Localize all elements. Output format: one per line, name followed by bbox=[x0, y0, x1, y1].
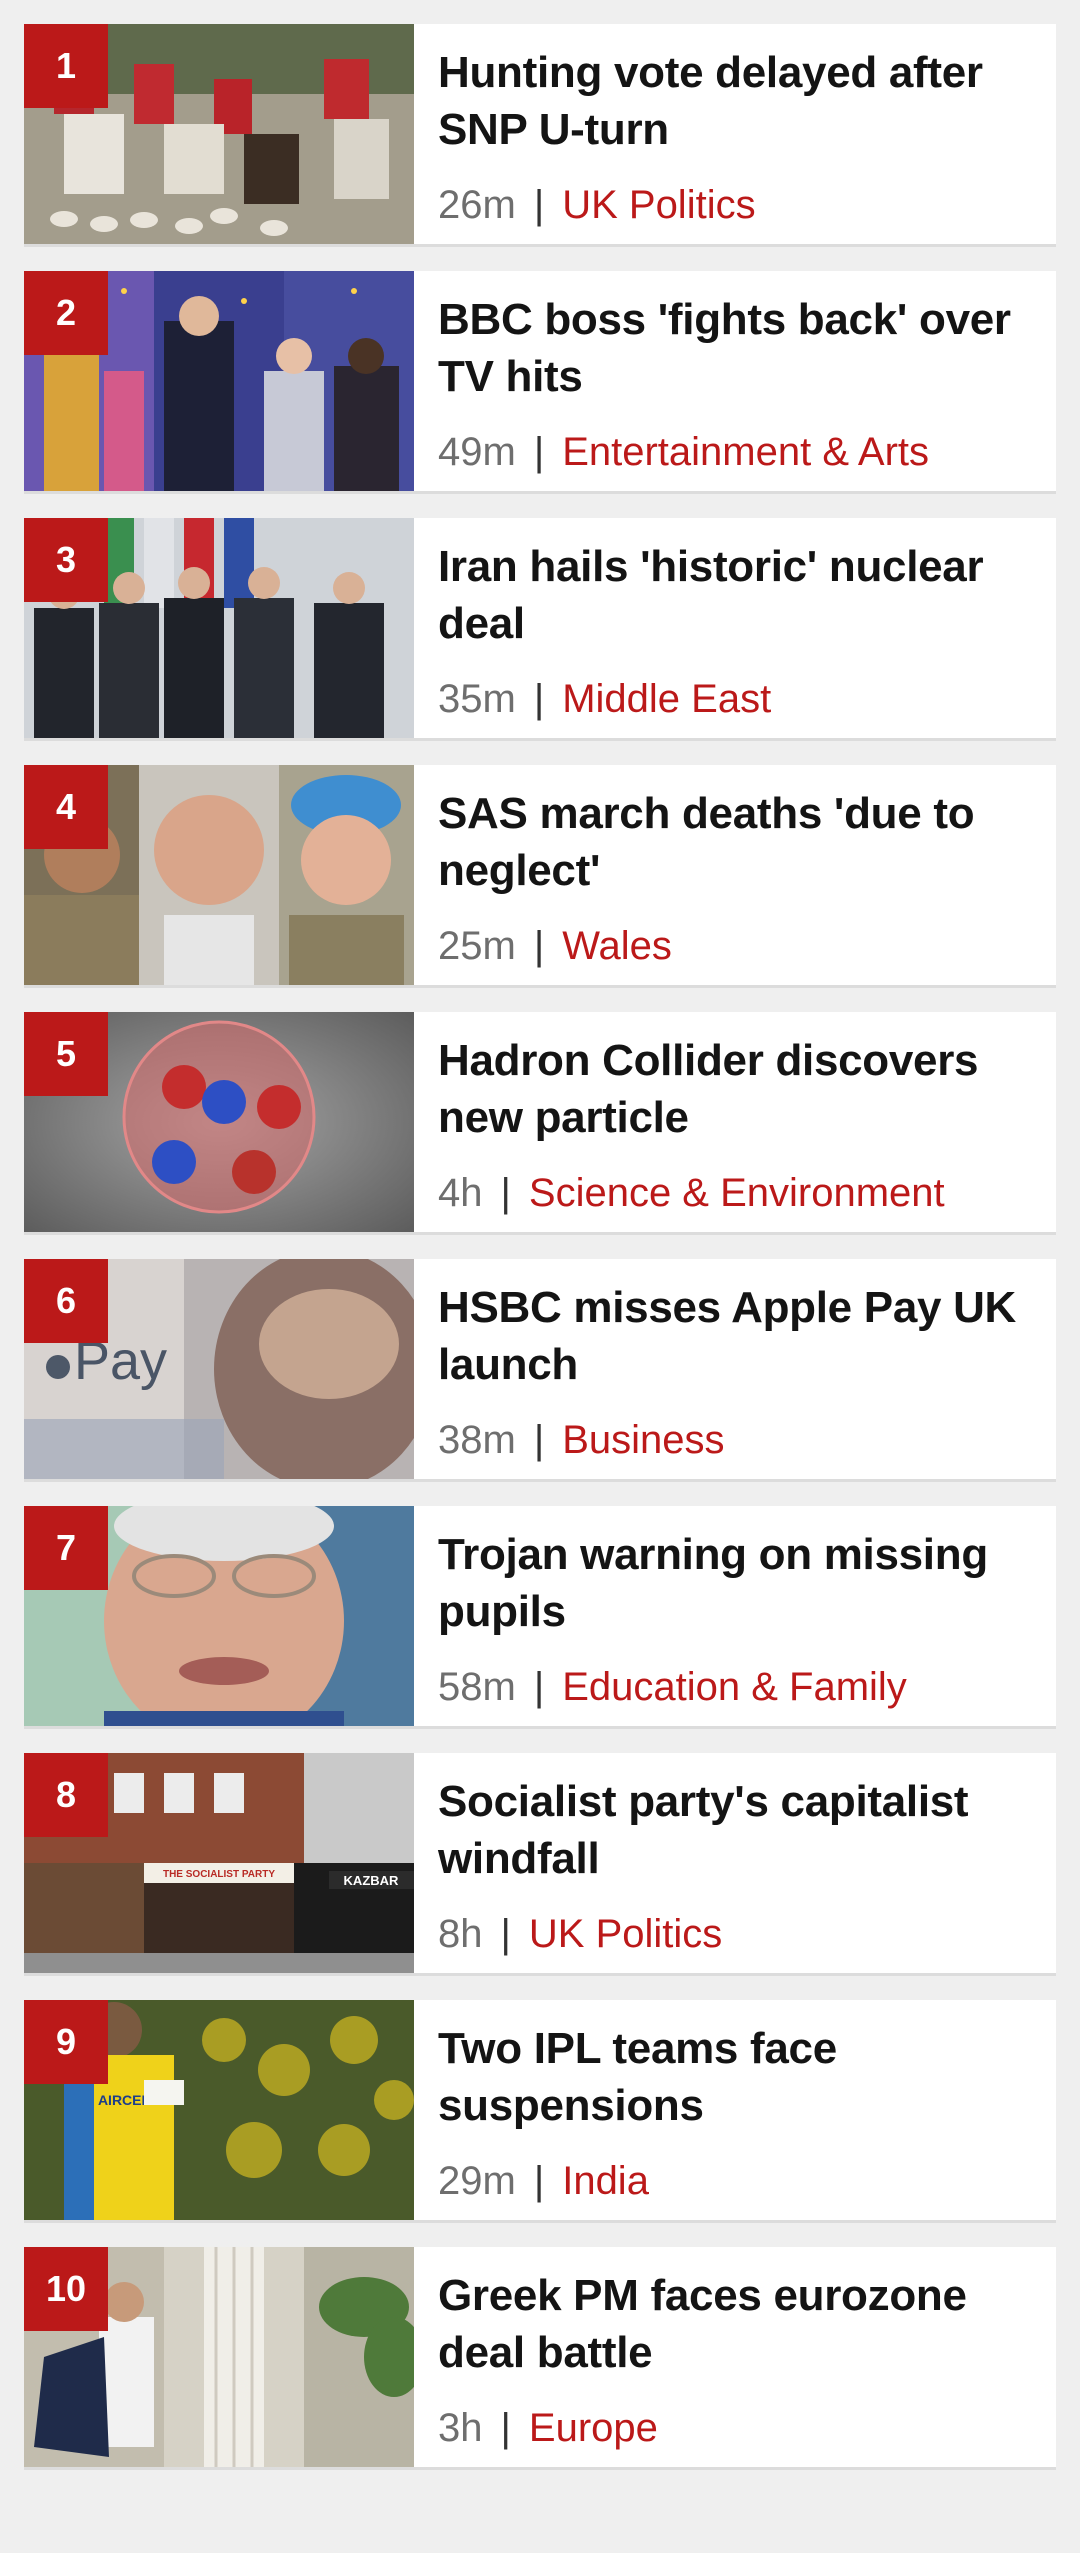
jersey-text: AIRCEL bbox=[98, 2092, 151, 2108]
story-meta: 4h | Science & Environment bbox=[438, 1168, 1032, 1218]
rank-badge: 4 bbox=[24, 765, 108, 849]
story-meta: 58m | Education & Family bbox=[438, 1662, 1032, 1712]
story-age: 38m bbox=[438, 1418, 516, 1462]
story-thumbnail[interactable]: 3 bbox=[24, 518, 414, 738]
story-age: 49m bbox=[438, 430, 516, 474]
story-age: 4h bbox=[438, 1171, 483, 1215]
meta-separator: | bbox=[533, 677, 545, 721]
story-meta: 35m | Middle East bbox=[438, 674, 1032, 724]
meta-separator: | bbox=[533, 430, 545, 474]
story-card[interactable]: Pay 6 HSBC misses Apple Pay UK launch 38… bbox=[24, 1259, 1056, 1479]
rank-badge: 9 bbox=[24, 2000, 108, 2084]
rank-badge: 6 bbox=[24, 1259, 108, 1343]
shop-sign-text: THE SOCIALIST PARTY bbox=[163, 1869, 275, 1880]
story-meta: 49m | Entertainment & Arts bbox=[438, 427, 1032, 477]
story-card[interactable]: 3 Iran hails 'historic' nuclear deal 35m… bbox=[24, 518, 1056, 738]
meta-separator: | bbox=[533, 1418, 545, 1462]
story-text: Iran hails 'historic' nuclear deal 35m | M… bbox=[414, 518, 1056, 738]
rank-badge: 7 bbox=[24, 1506, 108, 1590]
story-card[interactable]: 5 Hadron Collider discovers new particle… bbox=[24, 1012, 1056, 1232]
meta-separator: | bbox=[500, 1171, 511, 1215]
story-text: BBC boss 'fights back' over TV hits 49m |… bbox=[414, 271, 1056, 491]
story-thumbnail[interactable]: THE SOCIALIST PARTY KAZBAR 8 bbox=[24, 1753, 414, 1973]
story-thumbnail[interactable]: Pay 6 bbox=[24, 1259, 414, 1479]
story-card[interactable]: 7 Trojan warning on missing pupils 58m | E… bbox=[24, 1506, 1056, 1726]
story-thumbnail[interactable]: AIRCEL 9 bbox=[24, 2000, 414, 2220]
story-meta: 38m | Business bbox=[438, 1415, 1032, 1465]
meta-separator: | bbox=[533, 2159, 545, 2203]
story-age: 35m bbox=[438, 677, 516, 721]
story-text: Socialist party's capitalist windfall 8h… bbox=[414, 1753, 1056, 1973]
story-headline[interactable]: HSBC misses Apple Pay UK launch bbox=[438, 1279, 1032, 1393]
story-age: 58m bbox=[438, 1665, 516, 1709]
story-card[interactable]: 2 BBC boss 'fights back' over TV hits 49… bbox=[24, 271, 1056, 491]
story-card[interactable]: THE SOCIALIST PARTY KAZBAR 8 Socialist p… bbox=[24, 1753, 1056, 1973]
story-text: SAS march deaths 'due to neglect' 25m | Wa… bbox=[414, 765, 1056, 985]
story-meta: 8h | UK Politics bbox=[438, 1909, 1032, 1959]
story-text: Two IPL teams face suspensions 29m | India bbox=[414, 2000, 1056, 2220]
story-text: Hadron Collider discovers new particle 4… bbox=[414, 1012, 1056, 1232]
meta-separator: | bbox=[500, 1912, 511, 1956]
story-section-link[interactable]: Business bbox=[562, 1418, 724, 1462]
story-headline[interactable]: Two IPL teams face suspensions bbox=[438, 2020, 1032, 2134]
story-headline[interactable]: Hadron Collider discovers new particle bbox=[438, 1032, 1032, 1146]
rank-badge: 1 bbox=[24, 24, 108, 108]
story-thumbnail[interactable]: 1 bbox=[24, 24, 414, 244]
story-meta: 29m | India bbox=[438, 2156, 1032, 2206]
story-meta: 26m | UK Politics bbox=[438, 180, 1032, 230]
story-headline[interactable]: Trojan warning on missing pupils bbox=[438, 1526, 1032, 1640]
meta-separator: | bbox=[500, 2406, 511, 2450]
story-headline[interactable]: Socialist party's capitalist windfall bbox=[438, 1773, 1032, 1887]
story-card[interactable]: 4 SAS march deaths 'due to neglect' 25m |… bbox=[24, 765, 1056, 985]
story-thumbnail[interactable]: 7 bbox=[24, 1506, 414, 1726]
rank-badge: 2 bbox=[24, 271, 108, 355]
rank-badge: 3 bbox=[24, 518, 108, 602]
rank-badge: 5 bbox=[24, 1012, 108, 1096]
story-age: 25m bbox=[438, 924, 516, 968]
story-meta: 3h | Europe bbox=[438, 2403, 1032, 2453]
story-section-link[interactable]: Europe bbox=[529, 2406, 658, 2450]
story-section-link[interactable]: Middle East bbox=[562, 677, 771, 721]
story-section-link[interactable]: UK Politics bbox=[562, 183, 755, 227]
story-card[interactable]: AIRCEL 9 Two IPL teams face suspensions … bbox=[24, 2000, 1056, 2220]
story-age: 8h bbox=[438, 1912, 483, 1956]
story-text: Hunting vote delayed after SNP U-turn 26… bbox=[414, 24, 1056, 244]
story-card[interactable]: 10 Greek PM faces eurozone deal battle 3… bbox=[24, 2247, 1056, 2467]
story-headline[interactable]: Hunting vote delayed after SNP U-turn bbox=[438, 44, 1032, 158]
story-headline[interactable]: SAS march deaths 'due to neglect' bbox=[438, 785, 1032, 899]
meta-separator: | bbox=[533, 924, 545, 968]
story-age: 3h bbox=[438, 2406, 483, 2450]
story-headline[interactable]: Greek PM faces eurozone deal battle bbox=[438, 2267, 1032, 2381]
story-section-link[interactable]: India bbox=[562, 2159, 649, 2203]
story-section-link[interactable]: Science & Environment bbox=[529, 1171, 945, 1215]
story-section-link[interactable]: Entertainment & Arts bbox=[562, 430, 929, 474]
story-text: Trojan warning on missing pupils 58m | Edu… bbox=[414, 1506, 1056, 1726]
story-section-link[interactable]: UK Politics bbox=[529, 1912, 722, 1956]
story-card[interactable]: 1 Hunting vote delayed after SNP U-turn … bbox=[24, 24, 1056, 244]
story-section-link[interactable]: Education & Family bbox=[562, 1665, 907, 1709]
meta-separator: | bbox=[533, 183, 545, 227]
most-read-list: 1 Hunting vote delayed after SNP U-turn … bbox=[24, 24, 1056, 2494]
story-age: 29m bbox=[438, 2159, 516, 2203]
story-age: 26m bbox=[438, 183, 516, 227]
story-thumbnail[interactable]: 4 bbox=[24, 765, 414, 985]
story-thumbnail[interactable]: 10 bbox=[24, 2247, 414, 2467]
rank-badge: 10 bbox=[24, 2247, 108, 2331]
meta-separator: | bbox=[533, 1665, 545, 1709]
story-headline[interactable]: Iran hails 'historic' nuclear deal bbox=[438, 538, 1032, 652]
story-headline[interactable]: BBC boss 'fights back' over TV hits bbox=[438, 291, 1032, 405]
story-text: Greek PM faces eurozone deal battle 3h | E… bbox=[414, 2247, 1056, 2467]
story-section-link[interactable]: Wales bbox=[562, 924, 672, 968]
story-thumbnail[interactable]: 5 bbox=[24, 1012, 414, 1232]
rank-badge: 8 bbox=[24, 1753, 108, 1837]
kazbar-sign-text: KAZBAR bbox=[344, 1873, 399, 1888]
story-text: HSBC misses Apple Pay UK launch 38m | Busi… bbox=[414, 1259, 1056, 1479]
story-thumbnail[interactable]: 2 bbox=[24, 271, 414, 491]
story-meta: 25m | Wales bbox=[438, 921, 1032, 971]
